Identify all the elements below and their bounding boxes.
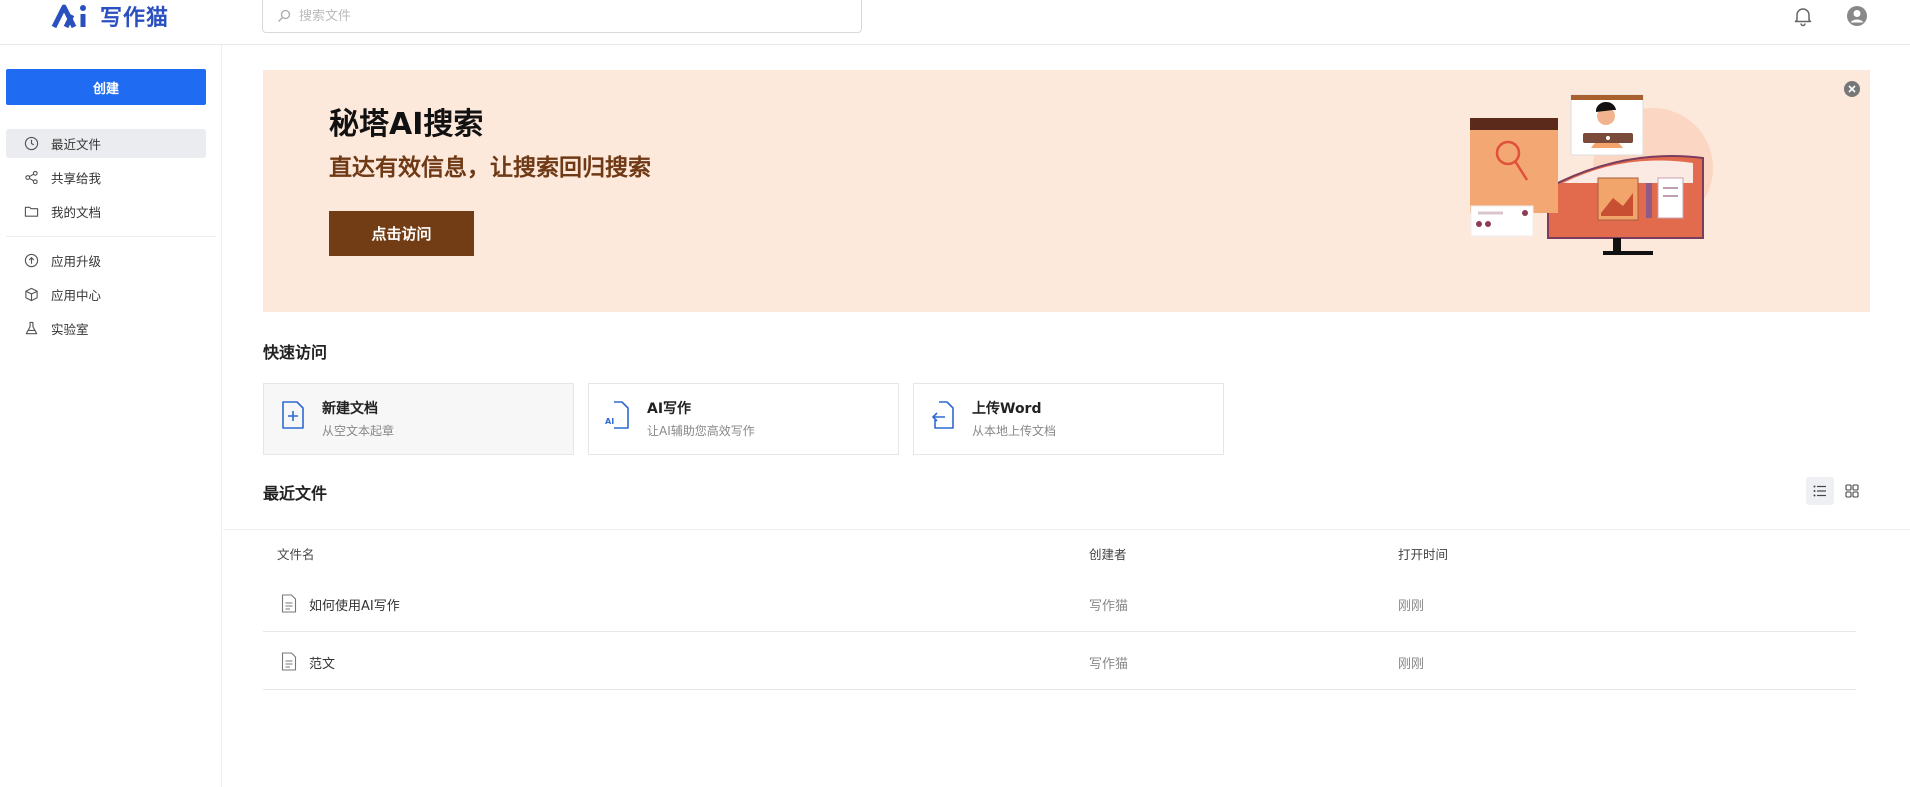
sidebar-item-label: 应用中心 bbox=[51, 288, 102, 303]
flask-icon bbox=[25, 321, 38, 335]
create-button[interactable]: 创建 bbox=[6, 69, 206, 105]
quick-card-ai-writing[interactable]: AI AI写作 让AI辅助您高效写作 bbox=[588, 383, 899, 455]
upload-doc-icon bbox=[931, 401, 954, 429]
sidebar-item-label: 最近文件 bbox=[51, 137, 102, 152]
list-view-button[interactable] bbox=[1806, 477, 1834, 505]
recent-files-title: 最近文件 bbox=[263, 484, 328, 503]
column-header-filename[interactable]: 文件名 bbox=[277, 544, 315, 563]
quick-card-desc: 让AI辅助您高效写作 bbox=[647, 424, 755, 438]
document-icon bbox=[281, 594, 297, 613]
sidebar: 创建 最近文件 共享给我 我的文档 应用升级 应用中心 实验室 bbox=[0, 45, 222, 787]
banner-title: 秘塔AI搜索 bbox=[329, 107, 484, 142]
sidebar-item-recent-files[interactable]: 最近文件 bbox=[6, 129, 206, 158]
quick-card-name: AI写作 bbox=[647, 401, 692, 417]
quick-access-title: 快速访问 bbox=[263, 343, 328, 362]
files-divider bbox=[223, 529, 1910, 530]
sidebar-item-label: 共享给我 bbox=[51, 171, 102, 186]
column-header-creator[interactable]: 创建者 bbox=[1089, 544, 1127, 563]
ai-doc-icon: AI bbox=[605, 401, 629, 429]
table-row[interactable]: 如何使用AI写作 写作猫 刚刚 bbox=[263, 574, 1856, 632]
list-icon bbox=[1813, 485, 1826, 497]
file-open-time: 刚刚 bbox=[1398, 599, 1425, 614]
share-icon bbox=[25, 170, 38, 185]
file-creator: 写作猫 bbox=[1089, 599, 1129, 614]
sidebar-item-label: 我的文档 bbox=[51, 205, 102, 220]
user-avatar-icon[interactable] bbox=[1845, 4, 1869, 28]
sidebar-divider bbox=[6, 236, 216, 237]
quick-card-name: 新建文档 bbox=[322, 401, 378, 417]
grid-view-button[interactable] bbox=[1838, 477, 1866, 505]
upgrade-icon bbox=[24, 253, 39, 268]
quick-card-desc: 从空文本起章 bbox=[322, 424, 395, 438]
file-name: 如何使用AI写作 bbox=[309, 599, 400, 614]
sidebar-item-label: 应用升级 bbox=[51, 254, 102, 269]
quick-card-new-doc[interactable]: 新建文档 从空文本起章 bbox=[263, 383, 574, 455]
banner-subtitle: 直达有效信息，让搜索回归搜索 bbox=[329, 155, 651, 181]
grid-icon bbox=[1845, 484, 1859, 498]
file-open-time: 刚刚 bbox=[1398, 657, 1425, 672]
quick-card-desc: 从本地上传文档 bbox=[972, 424, 1057, 438]
close-icon[interactable] bbox=[1843, 80, 1861, 98]
sidebar-item-label: 实验室 bbox=[51, 322, 89, 337]
search-input[interactable] bbox=[299, 8, 839, 24]
banner-illustration bbox=[1470, 94, 1713, 255]
sidebar-item-upgrade[interactable]: 应用升级 bbox=[6, 246, 206, 275]
app-name: 写作猫 bbox=[100, 5, 170, 31]
banner-visit-button[interactable]: 点击访问 bbox=[329, 211, 474, 256]
table-row[interactable]: 范文 写作猫 刚刚 bbox=[263, 632, 1856, 690]
bell-icon[interactable] bbox=[1791, 4, 1815, 28]
sidebar-item-my-docs[interactable]: 我的文档 bbox=[6, 197, 206, 226]
app-logo[interactable]: 写作猫 bbox=[52, 0, 169, 32]
sidebar-item-lab[interactable]: 实验室 bbox=[6, 314, 206, 343]
cube-icon bbox=[25, 287, 38, 302]
file-name: 范文 bbox=[309, 657, 336, 672]
search-icon bbox=[278, 9, 291, 22]
top-bar: 写作猫 bbox=[0, 0, 1910, 45]
folder-icon bbox=[24, 206, 39, 217]
sidebar-item-app-center[interactable]: 应用中心 bbox=[6, 280, 206, 309]
column-header-open-time[interactable]: 打开时间 bbox=[1398, 544, 1448, 563]
search-box[interactable] bbox=[262, 0, 862, 33]
quick-card-upload-word[interactable]: 上传Word 从本地上传文档 bbox=[913, 383, 1224, 455]
quick-card-name: 上传Word bbox=[972, 401, 1042, 417]
logo-mark-icon bbox=[52, 4, 86, 29]
clock-icon bbox=[24, 136, 39, 151]
svg-text:AI: AI bbox=[605, 417, 614, 426]
sidebar-item-shared[interactable]: 共享给我 bbox=[6, 163, 206, 192]
file-creator: 写作猫 bbox=[1089, 657, 1129, 672]
new-doc-icon bbox=[282, 401, 304, 429]
document-icon bbox=[281, 652, 297, 671]
promo-banner: 秘塔AI搜索 直达有效信息，让搜索回归搜索 点击访问 bbox=[263, 70, 1870, 312]
